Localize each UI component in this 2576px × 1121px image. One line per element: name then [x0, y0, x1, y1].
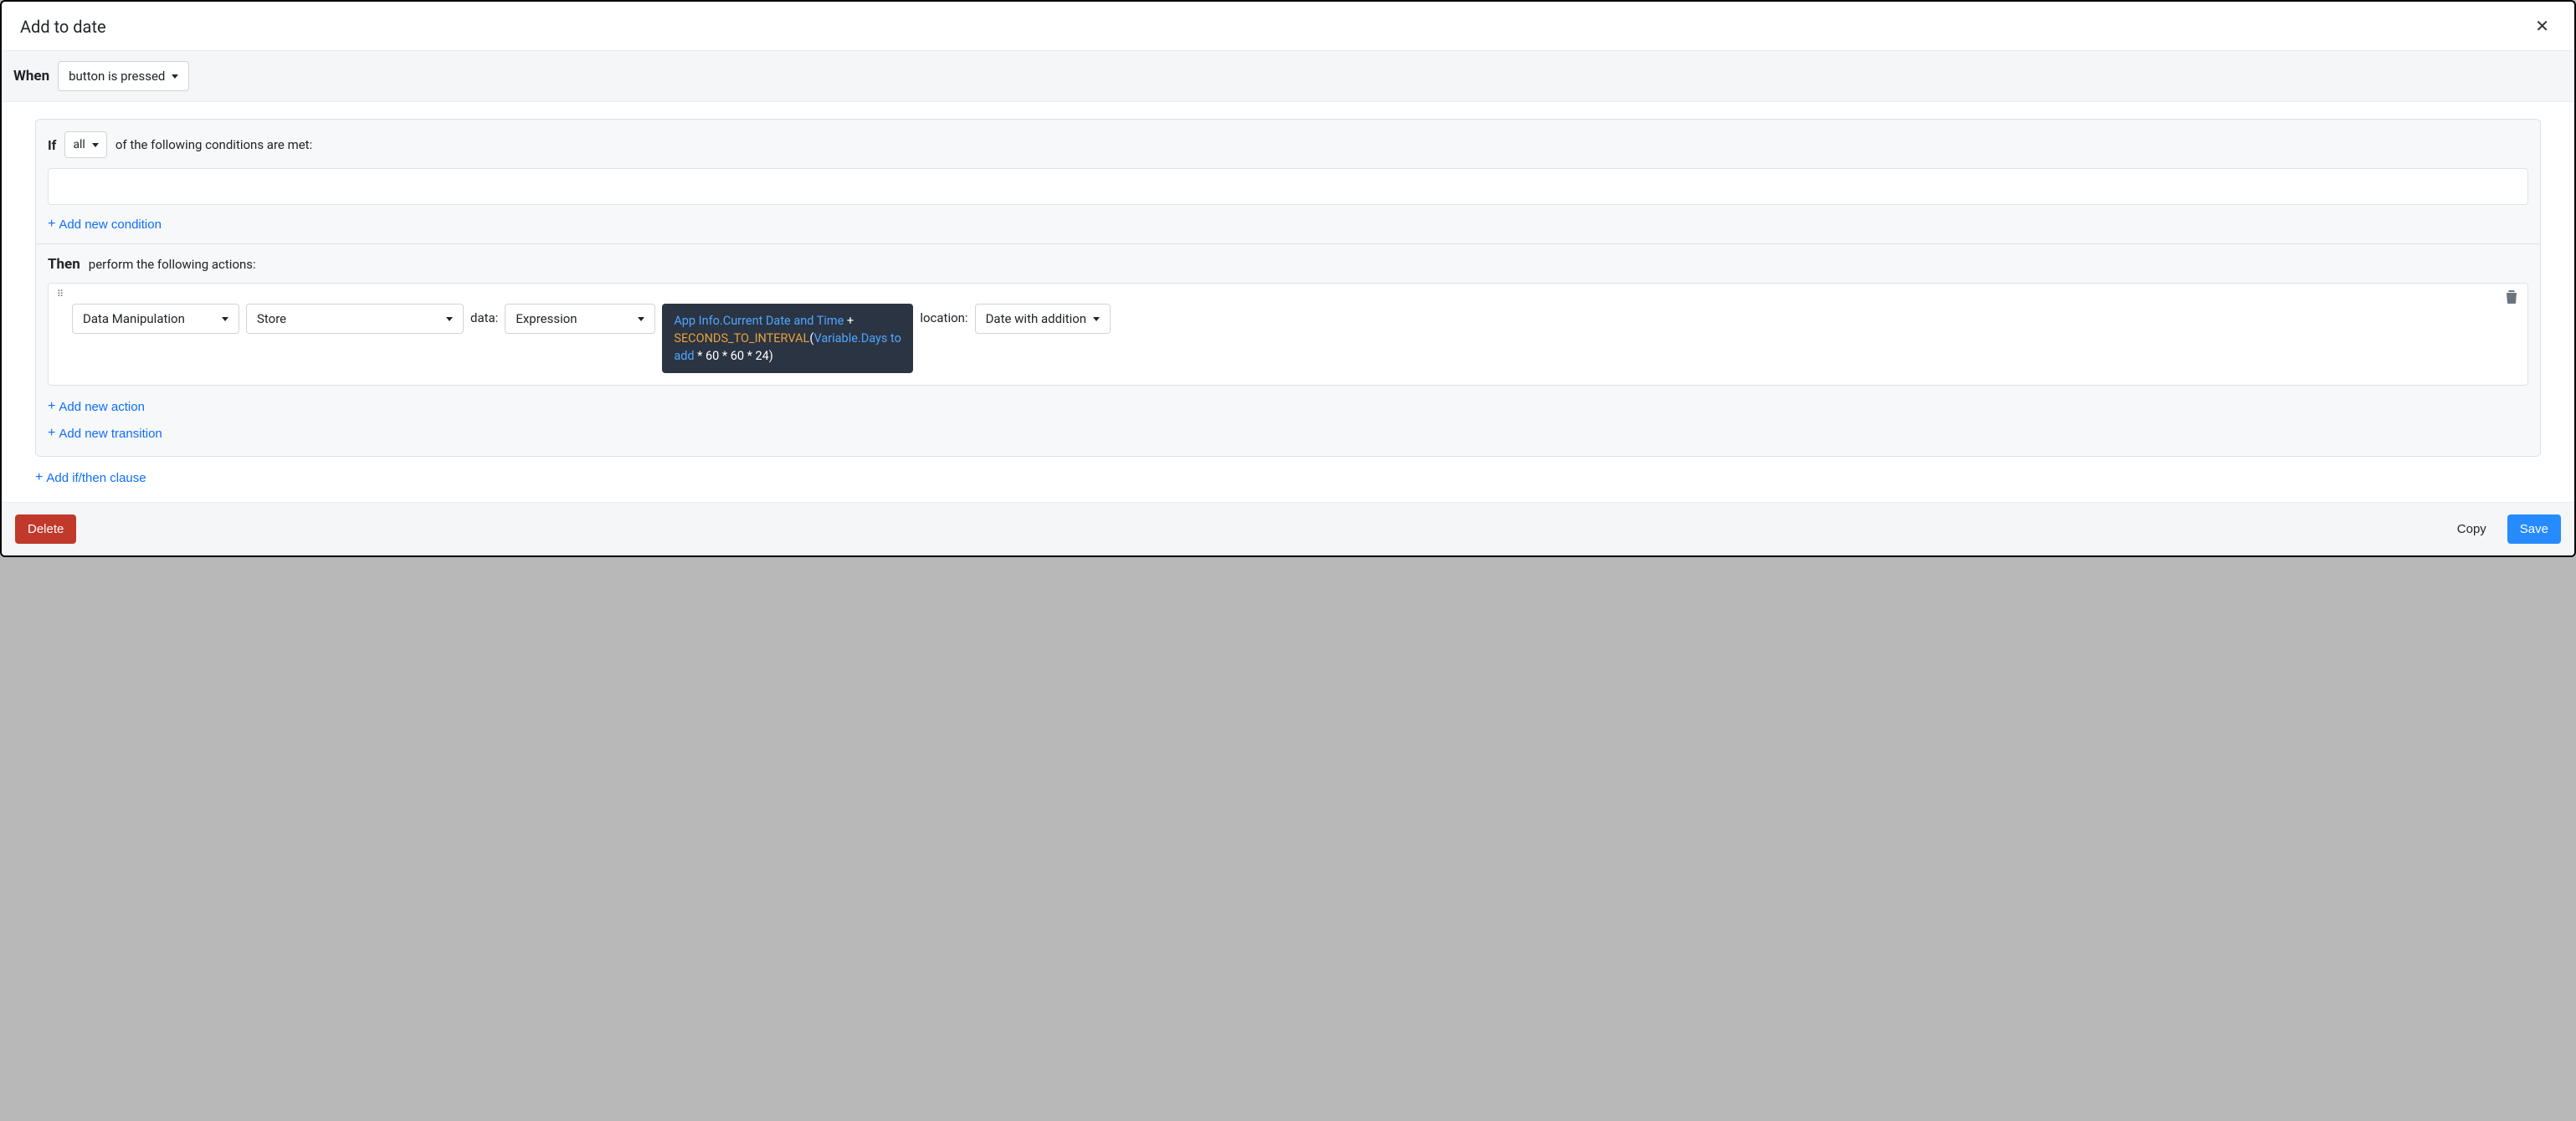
modal-body: If all of the following conditions are m… [2, 102, 2574, 502]
then-header: Then perform the following actions: [48, 256, 2528, 273]
data-type-dropdown[interactable]: Expression [505, 304, 655, 334]
expr-token: App Info.Current Date and Time [674, 314, 844, 328]
modal-header: Add to date ✕ [2, 2, 2574, 51]
when-trigger-value: button is pressed [69, 69, 165, 84]
action-operation-dropdown[interactable]: Store [246, 304, 464, 334]
then-add-links: + Add new action + Add new transition [48, 397, 2528, 443]
if-section: If all of the following conditions are m… [36, 120, 2540, 243]
then-label: Then [48, 256, 80, 273]
add-ifthen-row: + Add if/then clause [35, 468, 2541, 487]
delete-button[interactable]: Delete [15, 514, 76, 544]
drag-handle-icon[interactable]: ⠿ [57, 292, 64, 297]
location-dropdown[interactable]: Date with addition [975, 304, 1111, 334]
add-transition-label: Add new transition [59, 427, 162, 441]
then-section: Then perform the following actions: ⠿ Da… [36, 243, 2540, 456]
modal: Add to date ✕ When button is pressed If … [0, 0, 2576, 557]
if-suffix: of the following conditions are met: [115, 137, 312, 152]
trash-icon [2506, 290, 2517, 304]
save-button[interactable]: Save [2507, 514, 2561, 544]
add-ifthen-button[interactable]: + Add if/then clause [35, 468, 146, 487]
if-label: If [48, 137, 56, 153]
add-action-label: Add new action [59, 400, 145, 414]
expression-editor[interactable]: App Info.Current Date and Time + SECONDS… [662, 304, 913, 373]
caret-down-icon [1093, 317, 1100, 321]
modal-footer: Delete Copy Save [2, 502, 2574, 555]
if-header-row: If all of the following conditions are m… [48, 131, 2528, 158]
action-operation-value: Store [257, 311, 286, 326]
caret-down-icon [446, 317, 453, 321]
caret-down-icon [222, 317, 228, 321]
caret-down-icon [92, 143, 99, 147]
add-ifthen-label: Add if/then clause [46, 471, 146, 485]
location-value: Date with addition [986, 311, 1087, 326]
ifthen-panel: If all of the following conditions are m… [35, 119, 2541, 457]
close-icon: ✕ [2535, 18, 2549, 36]
if-scope-value: all [73, 138, 85, 151]
data-type-value: Expression [516, 311, 577, 326]
delete-action-button[interactable] [2506, 290, 2517, 307]
caret-down-icon [638, 317, 644, 321]
when-bar: When button is pressed [2, 51, 2574, 102]
action-category-value: Data Manipulation [83, 311, 185, 326]
caret-down-icon [172, 74, 178, 79]
then-suffix: perform the following actions: [89, 257, 256, 272]
conditions-box[interactable] [48, 168, 2528, 205]
copy-button[interactable]: Copy [2445, 514, 2499, 544]
add-condition-button[interactable]: + Add new condition [48, 215, 162, 233]
footer-right: Copy Save [2445, 514, 2561, 544]
plus-icon: + [48, 399, 55, 414]
plus-icon: + [48, 426, 55, 441]
action-row: Data Manipulation Store data: Expression [57, 295, 2516, 373]
when-label: When [13, 68, 49, 84]
action-category-dropdown[interactable]: Data Manipulation [72, 304, 239, 334]
close-button[interactable]: ✕ [2528, 15, 2556, 38]
plus-icon: + [35, 470, 43, 485]
location-label: location: [920, 304, 967, 325]
data-label: data: [470, 304, 498, 325]
expr-func: SECONDS_TO_INTERVAL [674, 331, 809, 346]
add-action-button[interactable]: + Add new action [48, 397, 2528, 416]
add-condition-label: Add new condition [59, 218, 162, 232]
plus-icon: + [48, 217, 55, 232]
action-card: ⠿ Data Manipulation Store [48, 283, 2528, 386]
modal-title: Add to date [20, 17, 106, 37]
add-transition-button[interactable]: + Add new transition [48, 424, 2528, 443]
when-trigger-dropdown[interactable]: button is pressed [58, 61, 189, 91]
if-scope-dropdown[interactable]: all [64, 131, 106, 158]
expr-tail: * 60 * 60 * 24) [695, 349, 773, 363]
expr-plus: + [844, 314, 854, 328]
